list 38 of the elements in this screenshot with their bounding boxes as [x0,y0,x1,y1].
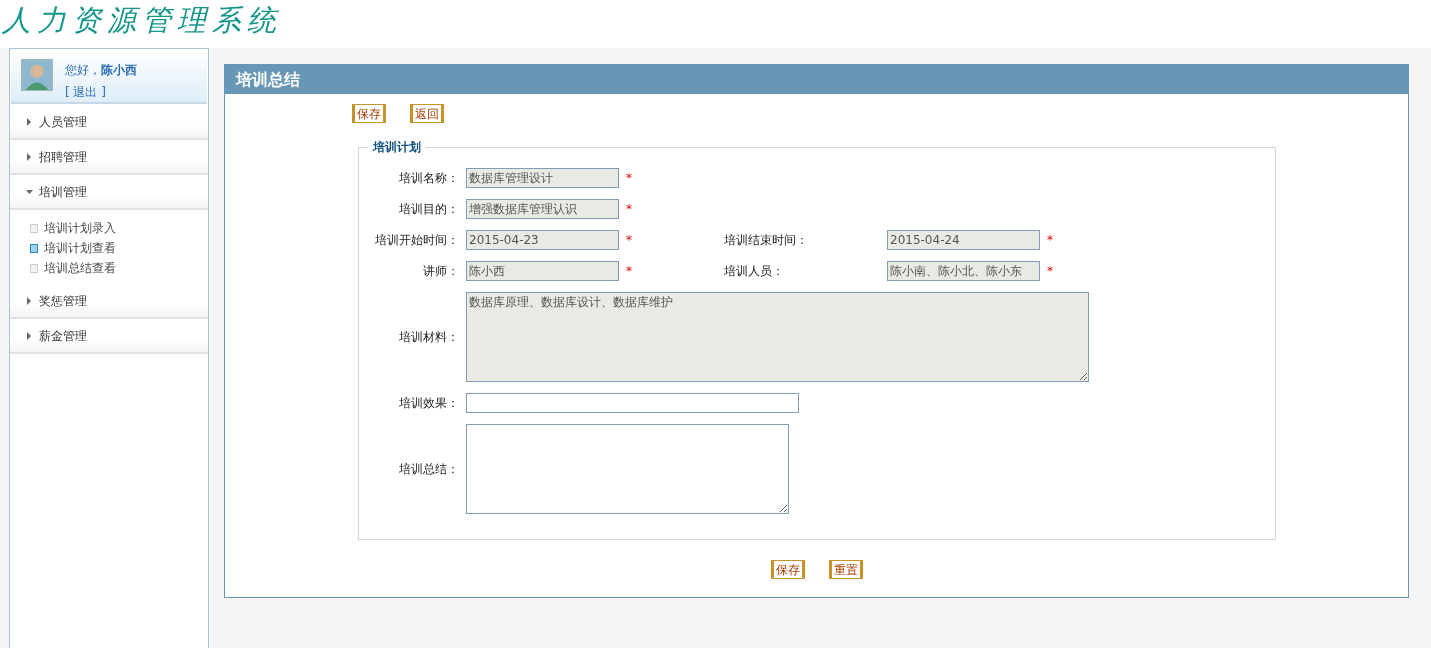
fieldset-legend: 培训计划 [368,140,426,154]
form-button[interactable]: 保存 [771,560,805,579]
required-mark: * [1047,264,1053,278]
user-name: 陈小西 [101,63,137,77]
required-mark: * [626,264,632,278]
text-area[interactable]: 数据库原理、数据库设计、数据库维护 [466,292,1089,382]
field-label: 培训名称： [398,170,460,187]
input-field[interactable]: 2015-04-23 [466,230,619,250]
input-field[interactable]: 2015-04-24 [887,230,1040,250]
input-field[interactable]: 陈小南、陈小北、陈小东 [887,261,1040,281]
form-button[interactable]: 返回 [410,104,444,123]
field-label: 培训材料： [398,329,460,346]
field-label: 培训效果： [398,395,460,412]
input-field[interactable]: 数据库管理设计 [466,168,619,188]
field-label: 培训人员： [724,263,785,280]
submenu-item[interactable]: 培训计划录入 [30,218,208,238]
field-label: 培训开始时间： [374,232,460,249]
field-label: 培训总结： [398,461,460,478]
logo-title: 人力资源管理系统 [1,2,283,39]
form-button[interactable]: 保存 [352,104,386,123]
submenu-item[interactable]: 培训总结查看 [30,258,208,278]
required-mark: * [626,171,632,185]
input-field[interactable]: 陈小西 [466,261,619,281]
field-label: 培训结束时间： [724,232,809,249]
input-field[interactable] [466,393,799,413]
field-label: 讲师： [422,263,460,280]
required-mark: * [626,202,632,216]
submenu-item[interactable]: 培训计划查看 [30,238,208,258]
text-area[interactable] [466,424,789,514]
required-mark: * [626,233,632,247]
form-button[interactable]: 重置 [829,560,863,579]
greeting-text: 您好， [65,63,101,77]
field-label: 培训目的： [398,201,460,218]
logout-link[interactable]: [ 退出 ] [65,85,106,99]
required-mark: * [1047,233,1053,247]
panel-title: 培训总结 [225,65,1408,94]
avatar-icon [21,59,53,91]
input-field[interactable]: 增强数据库管理认识 [466,199,619,219]
